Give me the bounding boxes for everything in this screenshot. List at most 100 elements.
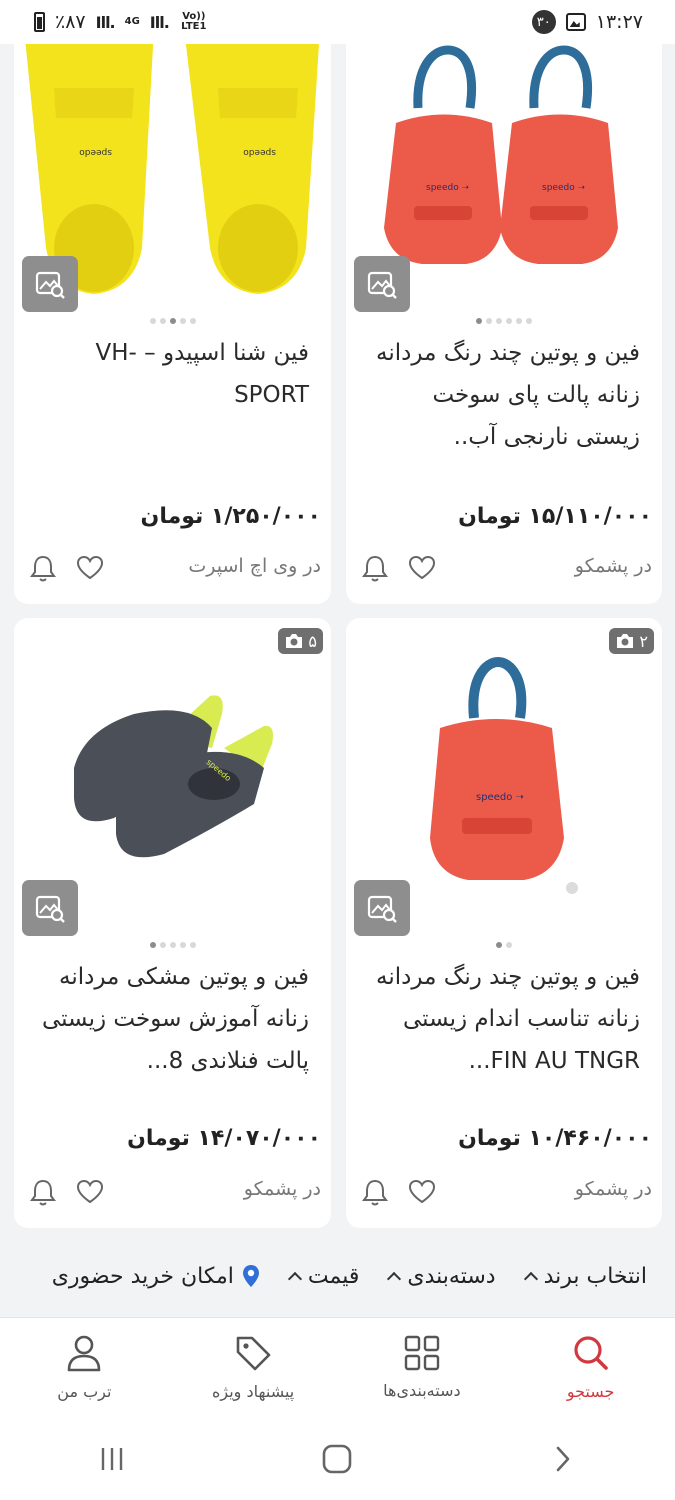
card-actions: [30, 1178, 104, 1206]
carousel-dots: [346, 942, 662, 948]
volte-indicator: Vo)) LTE1: [181, 11, 207, 32]
watermark-icon: [566, 882, 578, 894]
carousel-dot: [189, 318, 196, 324]
svg-text:speedo: speedo: [79, 147, 112, 157]
bell-icon[interactable]: [30, 554, 56, 582]
filter-in-person-label: امکان خرید حضوری: [51, 1263, 234, 1289]
chevron-up-icon: [523, 1271, 538, 1287]
carousel-dots: [14, 942, 331, 948]
carousel-dot: [496, 942, 502, 948]
filter-in-person[interactable]: امکان خرید حضوری: [52, 1264, 260, 1289]
tag-icon: [236, 1336, 271, 1371]
carousel-dot: [189, 942, 196, 948]
location-pin-icon: [242, 1265, 259, 1287]
carousel-dot: [516, 318, 522, 324]
filter-category-label: دسته‌بندی: [407, 1263, 496, 1289]
photo-count: ۵: [308, 631, 317, 651]
chevron-up-icon: [387, 1271, 402, 1287]
image-search-button[interactable]: [22, 256, 78, 312]
image-search-button[interactable]: [354, 256, 410, 312]
svg-text:speedo: speedo: [243, 147, 276, 157]
camera-icon: [286, 634, 303, 648]
yellow-fin-left: speedo: [24, 28, 154, 294]
nav-search-label: جستجو: [566, 1382, 615, 1401]
chevron-up-icon: [287, 1271, 302, 1287]
status-left: ٪۸۷ Ill. 4G Ill. Vo)) LTE1: [34, 11, 209, 33]
product-title[interactable]: فین و پوتین مشکی مردانه زنانه آموزش سوخت…: [36, 956, 309, 1082]
bottom-nav: جستجو دسته‌بندی‌ها پیشنهاد ویژه ترب من: [0, 1317, 675, 1417]
filter-bar: انتخاب برند دسته‌بندی قیمت امکان خرید حض…: [0, 1240, 675, 1312]
product-card[interactable]: speedo ➝ speedo ➝ فین و پوتین چند رنگ مر…: [346, 28, 662, 604]
search-icon: [574, 1336, 608, 1370]
carousel-dot: [496, 318, 502, 324]
filter-brand[interactable]: انتخاب برند: [523, 1264, 647, 1289]
carousel-dot: [159, 318, 166, 324]
nav-categories[interactable]: دسته‌بندی‌ها: [338, 1318, 507, 1417]
product-title[interactable]: فین شنا اسپیدو – VH- SPORT: [36, 332, 309, 416]
home-icon[interactable]: [321, 1443, 353, 1475]
product-seller[interactable]: در پشمکو: [244, 1178, 321, 1200]
carousel-dot: [169, 942, 176, 948]
product-seller[interactable]: در وی اچ اسپرت: [188, 555, 321, 577]
bell-icon[interactable]: [362, 554, 388, 582]
card-actions: [362, 554, 436, 582]
signal-icon: Ill.: [95, 12, 116, 32]
bell-icon[interactable]: [362, 1178, 388, 1206]
photo-count-badge: ۵: [278, 628, 323, 654]
carousel-dot: [159, 942, 166, 948]
heart-icon[interactable]: [408, 1179, 436, 1205]
red-fin: speedo ➝: [430, 656, 564, 880]
nav-categories-label: دسته‌بندی‌ها: [383, 1381, 461, 1400]
image-search-icon: [35, 895, 65, 923]
carousel-dots: [346, 318, 662, 324]
recent-apps-icon[interactable]: [97, 1444, 127, 1474]
heart-icon[interactable]: [408, 555, 436, 581]
image-search-icon: [367, 895, 397, 923]
heart-icon[interactable]: [76, 1179, 104, 1205]
image-search-button[interactable]: [22, 880, 78, 936]
status-right: ۳۰ ۱۳:۲۷: [531, 10, 643, 34]
filter-price[interactable]: قیمت: [287, 1263, 360, 1289]
product-card[interactable]: speedo ➝ ۲ فین و پوتین چند رنگ مردانه زن…: [346, 618, 662, 1228]
carousel-dot: [179, 942, 186, 948]
battery-icon: [34, 12, 45, 32]
product-seller[interactable]: در پشمکو: [575, 555, 652, 577]
product-price: ۱۵/۱۱۰/۰۰۰ تومان: [458, 504, 652, 529]
svg-text:speedo ➝: speedo ➝: [426, 183, 470, 193]
product-image[interactable]: speedo: [14, 618, 331, 918]
camera-icon: [617, 634, 634, 648]
status-bar: ٪۸۷ Ill. 4G Ill. Vo)) LTE1 ۳۰ ۱۳:۲۷: [0, 0, 675, 44]
grid-icon: [404, 1335, 440, 1371]
nav-offers[interactable]: پیشنهاد ویژه: [169, 1318, 338, 1417]
image-search-icon: [367, 271, 397, 299]
filter-price-label: قیمت: [307, 1263, 360, 1289]
photo-count: ۲: [639, 631, 648, 651]
signal-icon-2: Ill.: [149, 12, 170, 32]
product-image[interactable]: speedo ➝: [346, 618, 662, 918]
heart-icon[interactable]: [76, 555, 104, 581]
back-icon[interactable]: [548, 1444, 578, 1474]
nav-profile[interactable]: ترب من: [0, 1318, 169, 1417]
svg-text:speedo ➝: speedo ➝: [476, 792, 524, 803]
filter-category[interactable]: دسته‌بندی: [387, 1263, 496, 1289]
carousel-dot: [506, 318, 512, 324]
carousel-dot: [149, 942, 156, 948]
carousel-dot: [149, 318, 156, 324]
nav-search[interactable]: جستجو: [506, 1318, 675, 1417]
carousel-dot: [506, 942, 512, 948]
product-title[interactable]: فین و پوتین چند رنگ مردانه زنانه تناسب ا…: [368, 956, 640, 1082]
image-search-button[interactable]: [354, 880, 410, 936]
product-seller[interactable]: در پشمکو: [575, 1178, 652, 1200]
carousel-dot: [486, 318, 492, 324]
carousel-dots: [14, 318, 331, 324]
carousel-dot: [169, 318, 176, 324]
product-card[interactable]: speedo speedo فین شنا اسپیدو – VH- SPORT…: [14, 28, 331, 604]
bell-icon[interactable]: [30, 1178, 56, 1206]
network-type: 4G: [124, 16, 140, 27]
image-search-icon: [35, 271, 65, 299]
product-card[interactable]: speedo ۵ فین و پوتین مشکی مردانه زنانه آ…: [14, 618, 331, 1228]
yellow-fin-right: speedo: [184, 28, 320, 294]
card-actions: [362, 1178, 436, 1206]
product-price: ۱۰/۴۶۰/۰۰۰ تومان: [458, 1126, 652, 1151]
product-title[interactable]: فین و پوتین چند رنگ مردانه زنانه پالت پا…: [368, 332, 640, 458]
